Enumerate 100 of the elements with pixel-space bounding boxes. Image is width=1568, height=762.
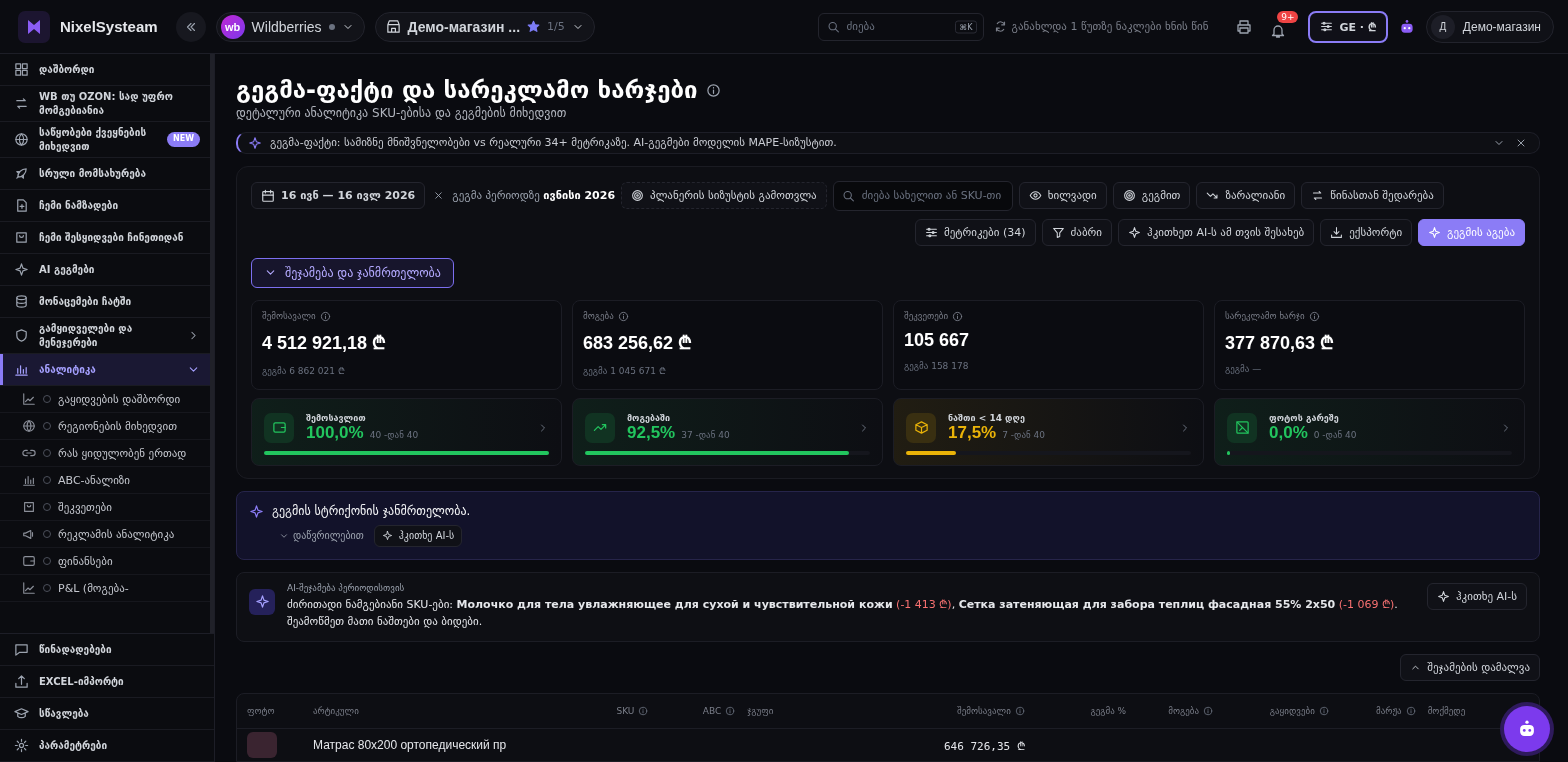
marketplace-selector[interactable]: wb Wildberries bbox=[215, 11, 365, 42]
sidebar-subitem[interactable]: ფინანსები bbox=[0, 548, 210, 575]
sidebar-item[interactable]: სრული მომსახურება bbox=[0, 158, 210, 190]
health-count: 37 -დან 40 bbox=[681, 429, 730, 440]
column-header[interactable]: არტიკული bbox=[313, 706, 359, 716]
filter-toggle[interactable]: წინასთან შედარება bbox=[1301, 182, 1444, 210]
submenu-icon bbox=[22, 554, 36, 568]
column-header[interactable]: ჯგუფი bbox=[747, 706, 774, 716]
ask-ai-button[interactable]: ჰკითხე AI-ს bbox=[1427, 582, 1527, 610]
filter-toggle[interactable]: გეგმით bbox=[1112, 182, 1191, 210]
column-header[interactable]: მარჟა bbox=[1376, 706, 1402, 716]
sidebar-item[interactable]: დაშბორდი bbox=[0, 54, 210, 86]
metric-label: სარეკლამო ხარჯი bbox=[1225, 311, 1305, 322]
metric-label: მოგება bbox=[583, 311, 614, 322]
calendar-icon bbox=[261, 188, 275, 203]
ai-summary-label: AI-შეჯამება პერიოდისთვის bbox=[287, 582, 406, 593]
ai-summary-text: ძირითადი ნამგებიანი SKU-ები: Молочко для тела увлажняющее для сухой и чувствительной кожи (-1 413 ₾), Сетка затеняющая для забора теплиц фасадная 55% 2x50 (-1 069 ₾). შეამოწმეთ მათი ნაშთები და ბიდები. bbox=[287, 596, 1399, 631]
details-toggle[interactable]: დაწვრილებით bbox=[277, 528, 366, 544]
sidebar-subitem[interactable]: გაყიდვების დაშბორდი bbox=[0, 386, 210, 413]
menu-item-icon bbox=[14, 96, 29, 111]
health-card[interactable]: მოგებაში 92,5% 37 -დან 40 bbox=[572, 397, 883, 466]
column-header[interactable]: გაყიდვები bbox=[1269, 706, 1315, 716]
sidebar-subitem[interactable]: P&L (მოგება- bbox=[0, 575, 210, 602]
info-icon bbox=[1014, 706, 1025, 716]
filter-toggle[interactable]: ხილვადი bbox=[1018, 182, 1107, 210]
account-button[interactable]: Д Демо-магазин bbox=[1425, 10, 1554, 43]
info-icon bbox=[952, 310, 964, 322]
column-header[interactable]: გეგმა % bbox=[1090, 706, 1127, 716]
action-button[interactable]: ძაბრი bbox=[1041, 218, 1113, 246]
hide-summary-button[interactable]: შეჯამების დამალვა bbox=[1400, 654, 1540, 681]
filter-toggle[interactable]: ზარალიანი bbox=[1196, 182, 1296, 210]
date-range-button[interactable]: 16 ივნ — 16 ივლ 2026 bbox=[251, 182, 426, 210]
store-icon bbox=[385, 19, 401, 34]
sidebar-item[interactable]: მონაცემები ჩატში bbox=[0, 286, 210, 318]
health-value: 92,5% bbox=[627, 422, 676, 443]
menu-item-icon bbox=[14, 166, 29, 181]
menu-item-icon bbox=[14, 328, 29, 343]
column-header[interactable]: მოქმედე bbox=[1427, 706, 1466, 716]
sidebar-item[interactable]: ჩემი შესყიდვები ჩინეთიდან bbox=[0, 222, 210, 254]
health-card[interactable]: ნაშთი < 14 დღე 17,5% 7 -დან 40 bbox=[893, 397, 1204, 466]
assistant-button[interactable] bbox=[1504, 706, 1550, 752]
sidebar-item[interactable]: ჩემი ნამზადები bbox=[0, 190, 210, 222]
sidebar-item[interactable]: EXCEL-იმპორტი bbox=[0, 666, 214, 698]
column-header[interactable]: ABC bbox=[702, 706, 722, 716]
logo-icon bbox=[18, 10, 50, 43]
menu-item-icon bbox=[14, 198, 29, 213]
refresh-icon bbox=[993, 20, 1007, 33]
sidebar-subitem[interactable]: შეკვეთები bbox=[0, 494, 210, 521]
summary-toggle[interactable]: შეჯამება და ჯანმრთელობა bbox=[251, 257, 454, 288]
action-icon bbox=[1128, 225, 1142, 239]
submenu-icon bbox=[22, 527, 36, 541]
info-icon bbox=[705, 82, 721, 98]
sidebar-item[interactable]: AI გეგმები bbox=[0, 254, 210, 286]
status-icon bbox=[913, 420, 929, 436]
sidebar-subitem[interactable]: რეკლამის ანალიტიკა bbox=[0, 521, 210, 548]
submenu-icon bbox=[22, 500, 36, 514]
health-label: ნაშთი < 14 დღე bbox=[948, 412, 1026, 423]
sparkle-icon bbox=[1437, 589, 1450, 603]
info-icon bbox=[638, 706, 649, 716]
collapse-sidebar-button[interactable] bbox=[175, 11, 206, 42]
health-card[interactable]: შემოსავლით 100,0% 40 -დან 40 bbox=[251, 397, 562, 466]
store-selector[interactable]: Демо-магазин ... 1/5 bbox=[374, 11, 595, 42]
sidebar-subitem[interactable]: რეგიონების მიხედვით bbox=[0, 413, 210, 440]
sidebar-item[interactable]: საწყობები ქვეყნების მიხედვით NEW bbox=[0, 122, 210, 158]
ask-ai-button[interactable]: ჰკითხე AI-ს bbox=[373, 524, 463, 547]
menu-item-icon bbox=[14, 642, 29, 657]
health-card[interactable]: ფოტოს გარეშე 0,0% 0 -დან 40 bbox=[1214, 397, 1525, 466]
brand-name: NixelSysteam bbox=[60, 18, 158, 35]
status-icon bbox=[1234, 420, 1250, 436]
banner-text: გეგმა-ფაქტი: სამიზნე მნიშვნელობები vs რეალური 34+ მეტრიკაზე. AI-გეგმები მოდელის MAPE-სიზუსტით. bbox=[270, 136, 838, 150]
search-field[interactable]: ძიება სახელით ან SKU-თი bbox=[832, 180, 1013, 211]
sidebar-item[interactable]: WB თუ OZON: სად უფრო მომგებიანია bbox=[0, 86, 210, 122]
action-button[interactable]: მეტრიკები (34) bbox=[914, 218, 1036, 246]
column-header[interactable]: ფოტო bbox=[247, 706, 275, 716]
locale-button[interactable]: GE · ₾ bbox=[1308, 10, 1388, 43]
menu-item-icon bbox=[14, 294, 29, 309]
status-icon bbox=[271, 420, 287, 436]
health-label: ფოტოს გარეშე bbox=[1269, 412, 1340, 423]
bell-icon bbox=[1270, 22, 1287, 39]
health-count: 40 -დან 40 bbox=[369, 429, 419, 440]
action-icon bbox=[1051, 225, 1065, 239]
sidebar-item[interactable]: ანალიტიკა bbox=[0, 354, 210, 386]
action-button[interactable]: ექსპორტი bbox=[1320, 218, 1413, 246]
sidebar-item[interactable]: წინადადებები bbox=[0, 634, 214, 666]
sidebar-item[interactable]: სწავლება bbox=[0, 698, 214, 730]
action-button[interactable]: ჰკითხეთ AI-ს ამ თვის შესახებ bbox=[1118, 218, 1315, 246]
notifications-button[interactable]: 9+ bbox=[1266, 10, 1299, 43]
column-header[interactable]: მოგება bbox=[1168, 706, 1199, 716]
info-icon bbox=[1203, 706, 1213, 716]
sliders-icon bbox=[1320, 20, 1334, 33]
column-header[interactable]: SKU bbox=[616, 706, 635, 716]
sidebar-subitem[interactable]: ABC-ანალიზი bbox=[0, 467, 210, 494]
photo-placeholder bbox=[247, 732, 277, 758]
precision-button[interactable]: პლანერის სიზუსტის გამოთვლა bbox=[621, 182, 827, 210]
sidebar-item[interactable]: პარამეტრები bbox=[0, 730, 214, 762]
health-count: 0 -დან 40 bbox=[1313, 429, 1357, 440]
sidebar-subitem[interactable]: რას ყიდულობენ ერთად bbox=[0, 440, 210, 467]
menu-item-icon bbox=[14, 262, 29, 277]
column-header[interactable]: შემოსავალი bbox=[957, 706, 1011, 716]
info-icon bbox=[617, 310, 629, 322]
